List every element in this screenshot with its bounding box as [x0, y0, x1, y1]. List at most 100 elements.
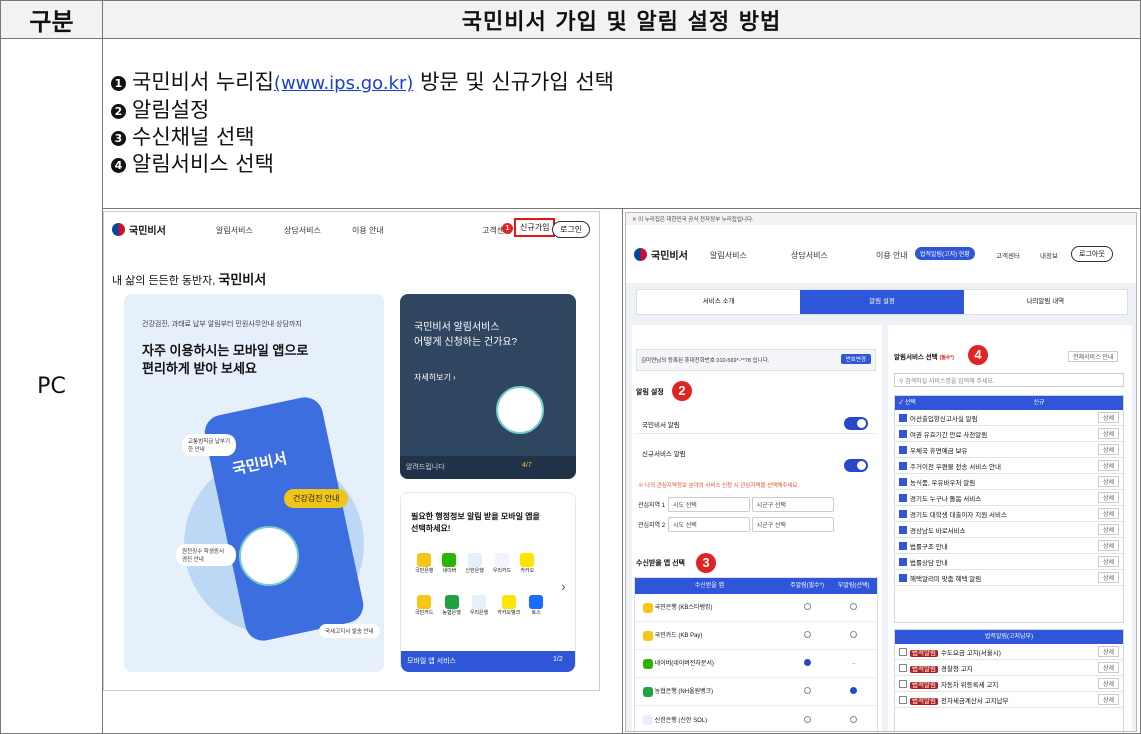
checkbox-checked[interactable]: [899, 477, 907, 486]
checkbox-checked[interactable]: [899, 541, 907, 550]
nav-guide[interactable]: 이용 안내: [352, 225, 384, 236]
sub-radio[interactable]: [850, 631, 858, 638]
app-item[interactable]: 네이버: [442, 553, 457, 574]
step-1-text: 국민비서 누리집: [132, 70, 274, 94]
ips-link[interactable]: (www.ips.go.kr): [274, 73, 413, 94]
sigungu-select[interactable]: 시군구 선택: [751, 497, 834, 512]
list-item[interactable]: 법적알림 수도요금 고지(서울시) 상세: [895, 644, 1123, 660]
checkbox-unchecked[interactable]: [899, 663, 907, 672]
row-label-pc: PC: [1, 39, 103, 734]
detail-button[interactable]: 상세: [1097, 428, 1119, 439]
main-radio[interactable]: [803, 659, 811, 666]
list-item[interactable]: 법적알림 전자세금계산서 고지납부 상세: [895, 692, 1123, 708]
detail-button[interactable]: 상세: [1097, 540, 1119, 551]
signup-button[interactable]: 신규가입: [514, 218, 556, 237]
checkbox-checked[interactable]: [899, 429, 907, 438]
main-radio[interactable]: [803, 631, 811, 638]
logout-button[interactable]: 로그아웃: [1071, 246, 1113, 262]
main-radio[interactable]: [803, 715, 811, 723]
login-button[interactable]: 로그인: [552, 221, 591, 238]
service-search-input[interactable]: ⚲ 검색하실 서비스명을 입력해 주세요.: [894, 373, 1124, 387]
checkbox-unchecked[interactable]: [899, 647, 907, 656]
checkbox-unchecked[interactable]: [899, 695, 907, 704]
list-item[interactable]: 주거이전 우편물 전송 서비스 안내 상세: [895, 458, 1123, 474]
detail-button[interactable]: 상세: [1097, 476, 1119, 487]
info-card-more[interactable]: 자세히보기 ›: [414, 372, 456, 383]
checkbox-checked[interactable]: [899, 461, 907, 470]
sido-select[interactable]: 시도 선택: [668, 497, 750, 512]
app-icon: [643, 715, 653, 726]
detail-button[interactable]: 상세: [1097, 412, 1119, 423]
list-item[interactable]: 법률구조 안내 상세: [895, 538, 1123, 554]
app-item[interactable]: 국민은행: [415, 553, 433, 574]
main-radio[interactable]: [803, 603, 811, 610]
list-item[interactable]: 경기도 누구나 돌봄 서비스 상세: [895, 490, 1123, 506]
list-item[interactable]: 해택알리미 맞춤 혜택 알림 상세: [895, 570, 1123, 586]
sub-radio[interactable]: [850, 603, 858, 610]
list-item[interactable]: 법률상담 안내 상세: [895, 554, 1123, 570]
notice-status-button[interactable]: 법적알림(고지) 현황: [915, 247, 975, 260]
tab-my-alarms[interactable]: 나의알림 내역: [964, 290, 1127, 314]
detail-button[interactable]: 상세: [1097, 508, 1119, 519]
list-item[interactable]: 법적알림 경찰청 고지 상세: [895, 660, 1123, 676]
list-item[interactable]: 여권 유효기간 만료 사전알림 상세: [895, 426, 1123, 442]
app-item[interactable]: 카카오뱅크: [497, 595, 520, 616]
checkbox-checked[interactable]: [899, 509, 907, 518]
tab-alarm-settings[interactable]: 알림 설정: [800, 290, 964, 314]
chevron-right-icon[interactable]: ›: [561, 578, 566, 594]
toggle-new-service[interactable]: [844, 459, 868, 472]
app-item[interactable]: 국민카드: [415, 595, 433, 616]
app-item[interactable]: 신한은행: [465, 553, 484, 574]
app-item[interactable]: 우리은행: [470, 595, 488, 616]
app-item[interactable]: 토스: [529, 595, 544, 616]
apps-pager[interactable]: 1/2: [553, 656, 563, 663]
nav-alarm[interactable]: 알림서비스: [216, 225, 253, 236]
checkbox-checked[interactable]: [899, 525, 907, 534]
change-number-button[interactable]: 번호변경: [840, 354, 871, 364]
detail-button[interactable]: 상세: [1097, 556, 1119, 567]
main-radio[interactable]: [803, 687, 811, 694]
list-item[interactable]: 경상남도 바로서비스 상세: [895, 522, 1123, 538]
nav-alarm[interactable]: 알림서비스: [710, 250, 747, 261]
checkbox-checked[interactable]: [899, 493, 907, 502]
detail-button[interactable]: 상세: [1097, 662, 1119, 673]
logo[interactable]: 국민비서: [112, 222, 166, 237]
full-service-guide-button[interactable]: 전체서비스 안내: [1068, 351, 1119, 362]
detail-button[interactable]: 상세: [1097, 646, 1119, 657]
list-item[interactable]: 법적알림 자동차 위등록세 고지 상세: [895, 676, 1123, 692]
nav-consult[interactable]: 상담서비스: [284, 225, 321, 236]
detail-button[interactable]: 상세: [1097, 678, 1119, 689]
my-info-link[interactable]: 내정보: [1040, 250, 1058, 260]
app-label: 신한은행: [465, 568, 484, 574]
detail-button[interactable]: 상세: [1097, 460, 1119, 471]
list-item[interactable]: 어선출입항신고사실 알림 상세: [895, 410, 1123, 426]
tab-intro[interactable]: 서비스 소개: [637, 290, 800, 314]
close-icon[interactable]: ✕: [632, 217, 637, 223]
sido-select[interactable]: 시도 선택: [668, 517, 750, 532]
detail-button[interactable]: 상세: [1097, 572, 1119, 583]
nav-consult[interactable]: 상담서비스: [791, 250, 828, 261]
toggle-main-alarm[interactable]: [844, 417, 868, 430]
checkbox-checked[interactable]: [899, 413, 907, 422]
list-item[interactable]: 농식품, 우유바우처 알림 상세: [895, 474, 1123, 490]
sub-radio[interactable]: [850, 687, 858, 694]
info-card-pager[interactable]: 4/7: [522, 462, 532, 469]
app-item[interactable]: 농협은행: [442, 595, 461, 616]
detail-button[interactable]: 상세: [1097, 444, 1119, 455]
detail-button[interactable]: 상세: [1097, 524, 1119, 535]
logo[interactable]: 국민비서: [634, 247, 688, 262]
checkbox-unchecked[interactable]: [899, 679, 907, 688]
app-item[interactable]: 우리카드: [493, 553, 511, 574]
app-item[interactable]: 카카오: [520, 553, 535, 574]
nav-guide[interactable]: 이용 안내: [876, 250, 908, 261]
customer-center-link[interactable]: 고객센터: [996, 250, 1020, 260]
sigungu-select[interactable]: 시군구 선택: [751, 517, 834, 532]
list-item[interactable]: 경기도 대학생 대출이자 지원 서비스 상세: [895, 506, 1123, 522]
detail-button[interactable]: 상세: [1097, 492, 1119, 503]
checkbox-checked[interactable]: [899, 445, 907, 454]
detail-button[interactable]: 상세: [1097, 694, 1119, 705]
list-item[interactable]: 우체국 휴면예금 보유 상세: [895, 442, 1123, 458]
sub-radio[interactable]: [850, 715, 858, 723]
checkbox-checked[interactable]: [899, 557, 907, 566]
checkbox-checked[interactable]: [899, 573, 907, 582]
